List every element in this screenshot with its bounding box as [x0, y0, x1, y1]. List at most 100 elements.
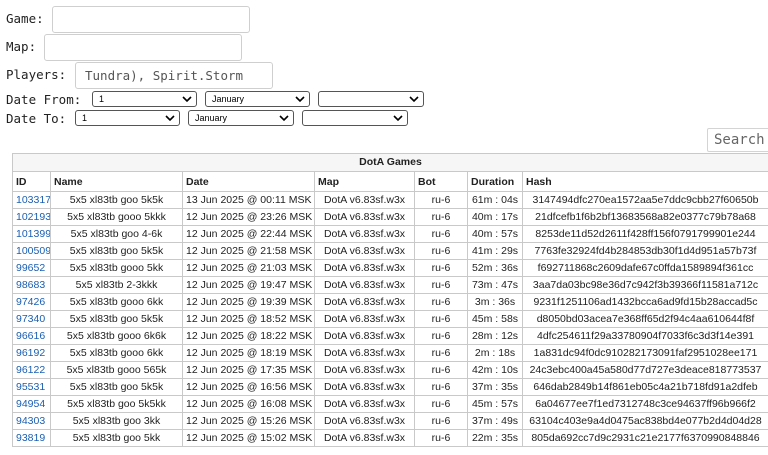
date-to-day-select[interactable]: 1 [75, 110, 180, 126]
game-date: 12 Jun 2025 @ 23:26 MSK [182, 208, 315, 226]
date-from-month-select[interactable]: January [205, 91, 310, 107]
game-hash: 646dab2849b14f861eb05c4a21b718fd91a2dfeb [522, 378, 768, 396]
players-row: Players: [6, 67, 66, 82]
table-cell: 97340 [12, 310, 51, 328]
game-map: DotA v6.83sf.w3x [314, 191, 415, 209]
game-id-link[interactable]: 101399 [16, 228, 50, 240]
game-map: DotA v6.83sf.w3x [314, 361, 415, 379]
game-map: DotA v6.83sf.w3x [314, 395, 415, 413]
game-bot: ru-6 [414, 327, 468, 345]
chevron-down-icon [409, 96, 419, 103]
game-id-link[interactable]: 96122 [16, 364, 45, 376]
game-id-link[interactable]: 100509 [16, 245, 50, 257]
game-date: 12 Jun 2025 @ 19:47 MSK [182, 276, 315, 294]
column-header-name[interactable]: Name [50, 171, 183, 192]
game-duration: 42m : 10s [467, 361, 523, 379]
date-to-year-select[interactable] [302, 110, 408, 126]
date-to-row: Date To: [6, 111, 66, 126]
game-row: Game: [6, 11, 44, 26]
game-map: DotA v6.83sf.w3x [314, 310, 415, 328]
game-name: 5x5 xl83tb goo 4-6k [50, 225, 183, 243]
game-duration: 45m : 57s [467, 395, 523, 413]
game-duration: 73m : 47s [467, 276, 523, 294]
date-to-day-value: 1 [82, 113, 88, 123]
game-map: DotA v6.83sf.w3x [314, 259, 415, 277]
table-cell: 99652 [12, 259, 51, 277]
players-input[interactable]: Tundra), Spirit.Storm [75, 62, 273, 89]
table-cell: 96192 [12, 344, 51, 362]
game-id-link[interactable]: 103317 [16, 194, 50, 206]
column-header-id[interactable]: ID [12, 171, 51, 192]
game-map: DotA v6.83sf.w3x [314, 293, 415, 311]
game-hash: 21dfcefb1f6b2bf13683568a82e0377c79b78a68 [522, 208, 768, 226]
game-date: 12 Jun 2025 @ 15:26 MSK [182, 412, 315, 430]
game-id-link[interactable]: 95531 [16, 381, 45, 393]
table-cell: 94954 [12, 395, 51, 413]
game-date: 12 Jun 2025 @ 22:44 MSK [182, 225, 315, 243]
game-id-link[interactable]: 94954 [16, 398, 45, 410]
table-row: 95531 5x5 xl83tb goo 5k5k 12 Jun 2025 @ 16… [12, 378, 768, 396]
chevron-down-icon [295, 96, 305, 103]
game-date: 12 Jun 2025 @ 18:19 MSK [182, 344, 315, 362]
table-row: 98683 5x5 xl83tb 2-3kkk 12 Jun 2025 @ 19:4… [12, 276, 768, 294]
game-bot: ru-6 [414, 191, 468, 209]
column-header-duration[interactable]: Duration [467, 171, 523, 192]
map-input[interactable] [44, 34, 242, 61]
game-date: 12 Jun 2025 @ 18:52 MSK [182, 310, 315, 328]
table-cell: 98683 [12, 276, 51, 294]
game-id-link[interactable]: 99652 [16, 262, 45, 274]
game-id-link[interactable]: 98683 [16, 279, 45, 291]
game-date: 12 Jun 2025 @ 16:08 MSK [182, 395, 315, 413]
table-row: 99652 5x5 xl83tb gooo 5kk 12 Jun 2025 @ 21… [12, 259, 768, 277]
date-from-month-value: January [212, 94, 245, 104]
game-id-link[interactable]: 97340 [16, 313, 45, 325]
players-label: Players: [6, 67, 67, 82]
game-bot: ru-6 [414, 259, 468, 277]
game-map: DotA v6.83sf.w3x [314, 429, 415, 447]
game-name: 5x5 xl83tb goo 5k5kk [50, 395, 183, 413]
game-bot: ru-6 [414, 361, 468, 379]
table-row: 94303 5x5 xl83tb goo 3kk 12 Jun 2025 @ 15:… [12, 412, 768, 430]
search-button[interactable]: Search [707, 128, 768, 152]
game-map: DotA v6.83sf.w3x [314, 276, 415, 294]
table-cell: 100509 [12, 242, 51, 260]
game-duration: 40m : 57s [467, 225, 523, 243]
game-duration: 52m : 36s [467, 259, 523, 277]
table-cell: 93819 [12, 429, 51, 447]
game-bot: ru-6 [414, 208, 468, 226]
game-name: 5x5 xl83tb goo 5k5k [50, 310, 183, 328]
game-hash: 3147494dfc270ea1572aa5e7ddc9cbb27f60650b [522, 191, 768, 209]
column-header-hash[interactable]: Hash [522, 171, 768, 192]
game-hash: 3aa7da03bc98e36d7c942f3b39366f11581a712c [522, 276, 768, 294]
game-bot: ru-6 [414, 310, 468, 328]
chevron-down-icon [182, 96, 192, 103]
game-date: 12 Jun 2025 @ 16:56 MSK [182, 378, 315, 396]
chevron-down-icon [165, 115, 175, 122]
game-id-link[interactable]: 96616 [16, 330, 45, 342]
game-hash: f692711868c2609dafe67c0ffda1589894f361cc [522, 259, 768, 277]
game-date: 12 Jun 2025 @ 21:58 MSK [182, 242, 315, 260]
game-map: DotA v6.83sf.w3x [314, 225, 415, 243]
game-bot: ru-6 [414, 225, 468, 243]
game-date: 12 Jun 2025 @ 21:03 MSK [182, 259, 315, 277]
date-from-day-select[interactable]: 1 [92, 91, 197, 107]
game-bot: ru-6 [414, 242, 468, 260]
game-id-link[interactable]: 93819 [16, 432, 45, 444]
game-input[interactable] [52, 6, 250, 33]
date-to-label: Date To: [6, 111, 67, 126]
date-to-month-select[interactable]: January [188, 110, 294, 126]
column-header-bot[interactable]: Bot [414, 171, 468, 192]
table-row: 96192 5x5 xl83tb gooo 6kk 12 Jun 2025 @ 18… [12, 344, 768, 362]
game-id-link[interactable]: 96192 [16, 347, 45, 359]
date-from-year-select[interactable] [318, 91, 424, 107]
game-date: 12 Jun 2025 @ 17:35 MSK [182, 361, 315, 379]
column-header-date[interactable]: Date [182, 171, 315, 192]
game-hash: 7763fe32924fd4b284853db30f1d4d951a57b73f [522, 242, 768, 260]
game-id-link[interactable]: 97426 [16, 296, 45, 308]
game-duration: 37m : 35s [467, 378, 523, 396]
table-row: 96122 5x5 xl83tb gooo 565k 12 Jun 2025 @ 1… [12, 361, 768, 379]
game-id-link[interactable]: 102193 [16, 211, 50, 223]
game-id-link[interactable]: 94303 [16, 415, 45, 427]
column-header-map[interactable]: Map [314, 171, 415, 192]
date-from-label: Date From: [6, 92, 82, 107]
